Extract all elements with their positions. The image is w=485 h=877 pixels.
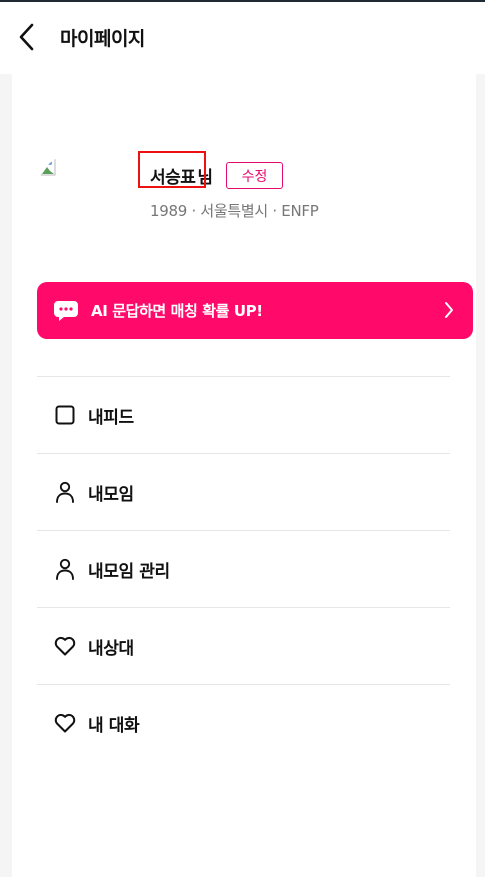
menu-item-my-chats[interactable]: 내 대화 (37, 684, 450, 761)
profile-name: 서승표 (150, 168, 196, 188)
profile-meta: 1989 · 서울특별시 · ENFP (150, 202, 319, 220)
menu-item-label: 내모임 관리 (88, 561, 170, 582)
menu-item-group-management[interactable]: 내모임 관리 (37, 530, 450, 607)
square-icon (54, 404, 76, 426)
menu-item-label: 내 대화 (88, 715, 140, 736)
ai-banner-label: AI 문답하면 매칭 확률 UP! (91, 302, 263, 320)
page-title: 마이페이지 (60, 28, 145, 50)
menu-item-my-feed[interactable]: 내피드 (37, 376, 450, 453)
edit-profile-button[interactable]: 수정 (226, 162, 284, 189)
menu-item-my-match[interactable]: 내상대 (37, 607, 450, 684)
menu-item-label: 내피드 (88, 407, 134, 428)
avatar[interactable] (37, 154, 111, 228)
main-content: 서승표 님 수정 1989 · 서울특별시 · ENFP AI 문답하면 매칭 … (12, 74, 476, 877)
ai-qa-banner[interactable]: AI 문답하면 매칭 확률 UP! (37, 282, 473, 339)
profile-name-row: 서승표 님 수정 (138, 151, 284, 189)
chevron-right-icon (445, 302, 453, 318)
profile-name-wrap: 서승표 님 (138, 151, 214, 188)
profile-honorific: 님 (197, 168, 214, 188)
back-button[interactable] (12, 22, 42, 52)
menu-item-label: 내모임 (88, 484, 134, 505)
menu-item-label: 내상대 (88, 638, 134, 659)
app-header: 마이페이지 (0, 2, 485, 74)
person-icon (54, 481, 76, 503)
chat-bubble-icon (54, 300, 78, 321)
broken-image-icon (40, 158, 56, 176)
person-icon (54, 558, 76, 580)
menu-item-my-groups[interactable]: 내모임 (37, 453, 450, 530)
heart-icon (54, 635, 76, 657)
chevron-left-icon (19, 23, 34, 51)
menu-list: 내피드 내모임 내모임 관리 내상대 내 대화 (37, 376, 450, 761)
heart-icon (54, 712, 76, 734)
